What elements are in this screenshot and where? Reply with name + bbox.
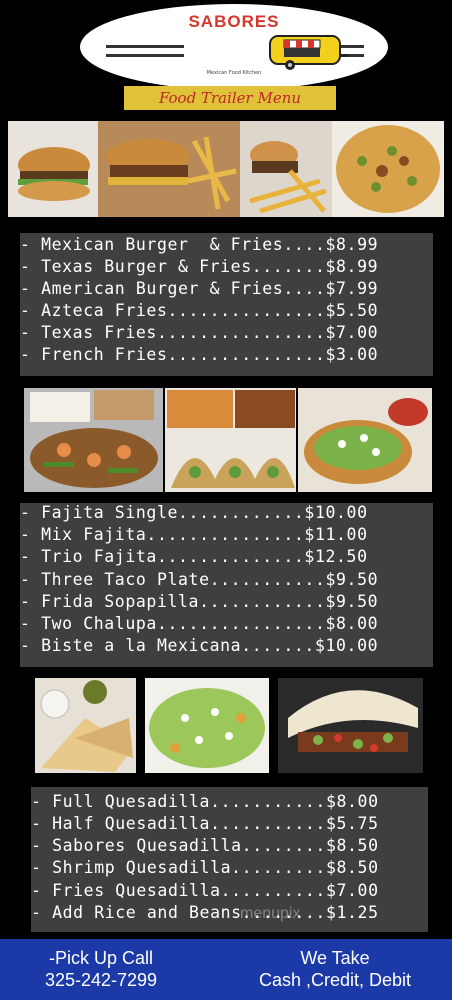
food-trailer-icon xyxy=(269,35,348,70)
menu-section-plates: - Fajita Single............$10.00 - Mix … xyxy=(20,503,433,667)
menu-item: - Frida Sopapilla............$9.50 xyxy=(20,592,379,611)
pickup-info: -Pick Up Call 325-242-7299 xyxy=(16,947,186,991)
shrimp-quesadilla-photo xyxy=(278,678,423,773)
logo-line xyxy=(106,45,184,48)
menu-item: - Shrimp Quesadilla.........$8.50 xyxy=(31,858,379,877)
menu-item: - Three Taco Plate...........$9.50 xyxy=(20,570,379,589)
footer: -Pick Up Call 325-242-7299 We Take Cash … xyxy=(0,939,452,1000)
burger-fries-photo xyxy=(240,121,332,217)
quesadilla-photo xyxy=(35,678,136,773)
menu-item: - Full Quesadilla...........$8.00 xyxy=(31,792,379,811)
menu-item: - Trio Fajita..............$12.50 xyxy=(20,547,368,566)
burger-fries-photo xyxy=(98,121,240,217)
logo-line xyxy=(106,54,184,57)
taco-plate-photo xyxy=(165,388,296,492)
payment-label: We Take xyxy=(300,948,370,968)
menu-section-burgers: - Mexican Burger & Fries....$8.99 - Texa… xyxy=(20,233,433,376)
menu-item: - Fries Quesadilla..........$7.00 xyxy=(31,881,379,900)
pickup-label: -Pick Up Call xyxy=(48,948,154,968)
menu-section-quesadillas: - Full Quesadilla...........$8.00 - Half… xyxy=(31,787,428,932)
menu-item: - Two Chalupa................$8.00 xyxy=(20,614,379,633)
logo: SABORES Mexican Food Kitchen xyxy=(80,4,388,90)
menu-item: - Azteca Fries...............$5.50 xyxy=(20,301,379,320)
fajita-photo xyxy=(24,388,163,492)
menu-item: - Sabores Quesadilla........$8.50 xyxy=(31,836,379,855)
logo-name: SABORES xyxy=(188,12,280,31)
menu-item: - Texas Fries................$7.00 xyxy=(20,323,379,342)
menu-item: - Fajita Single............$10.00 xyxy=(20,503,368,522)
menu-item: - Texas Burger & Fries.......$8.99 xyxy=(20,257,379,276)
tagline: Mexican Food Kitchen xyxy=(206,70,262,76)
menu-item: - French Fries...............$3.00 xyxy=(20,345,379,364)
menu-item: - Mix Fajita...............$11.00 xyxy=(20,525,368,544)
menu-item: - Biste a la Mexicana.......$10.00 xyxy=(20,636,379,655)
menu-banner: Food Trailer Menu xyxy=(124,86,336,110)
salad-photo xyxy=(145,678,269,773)
chalupa-photo xyxy=(298,388,432,492)
payment-info: We Take Cash ,Credit, Debit xyxy=(226,947,444,991)
menu-item: - Half Quesadilla...........$5.75 xyxy=(31,814,379,833)
menu-item: - American Burger & Fries....$7.99 xyxy=(20,279,379,298)
menu-item: - Mexican Burger & Fries....$8.99 xyxy=(20,235,379,254)
azteca-fries-photo xyxy=(332,121,444,217)
burger-photo xyxy=(8,121,98,217)
phone-number[interactable]: 325-242-7299 xyxy=(16,969,186,991)
watermark: menupix xyxy=(240,905,301,922)
menu-item: - Add Rice and Beans........$1.25 xyxy=(31,903,379,922)
payment-methods: Cash ,Credit, Debit xyxy=(258,970,412,990)
